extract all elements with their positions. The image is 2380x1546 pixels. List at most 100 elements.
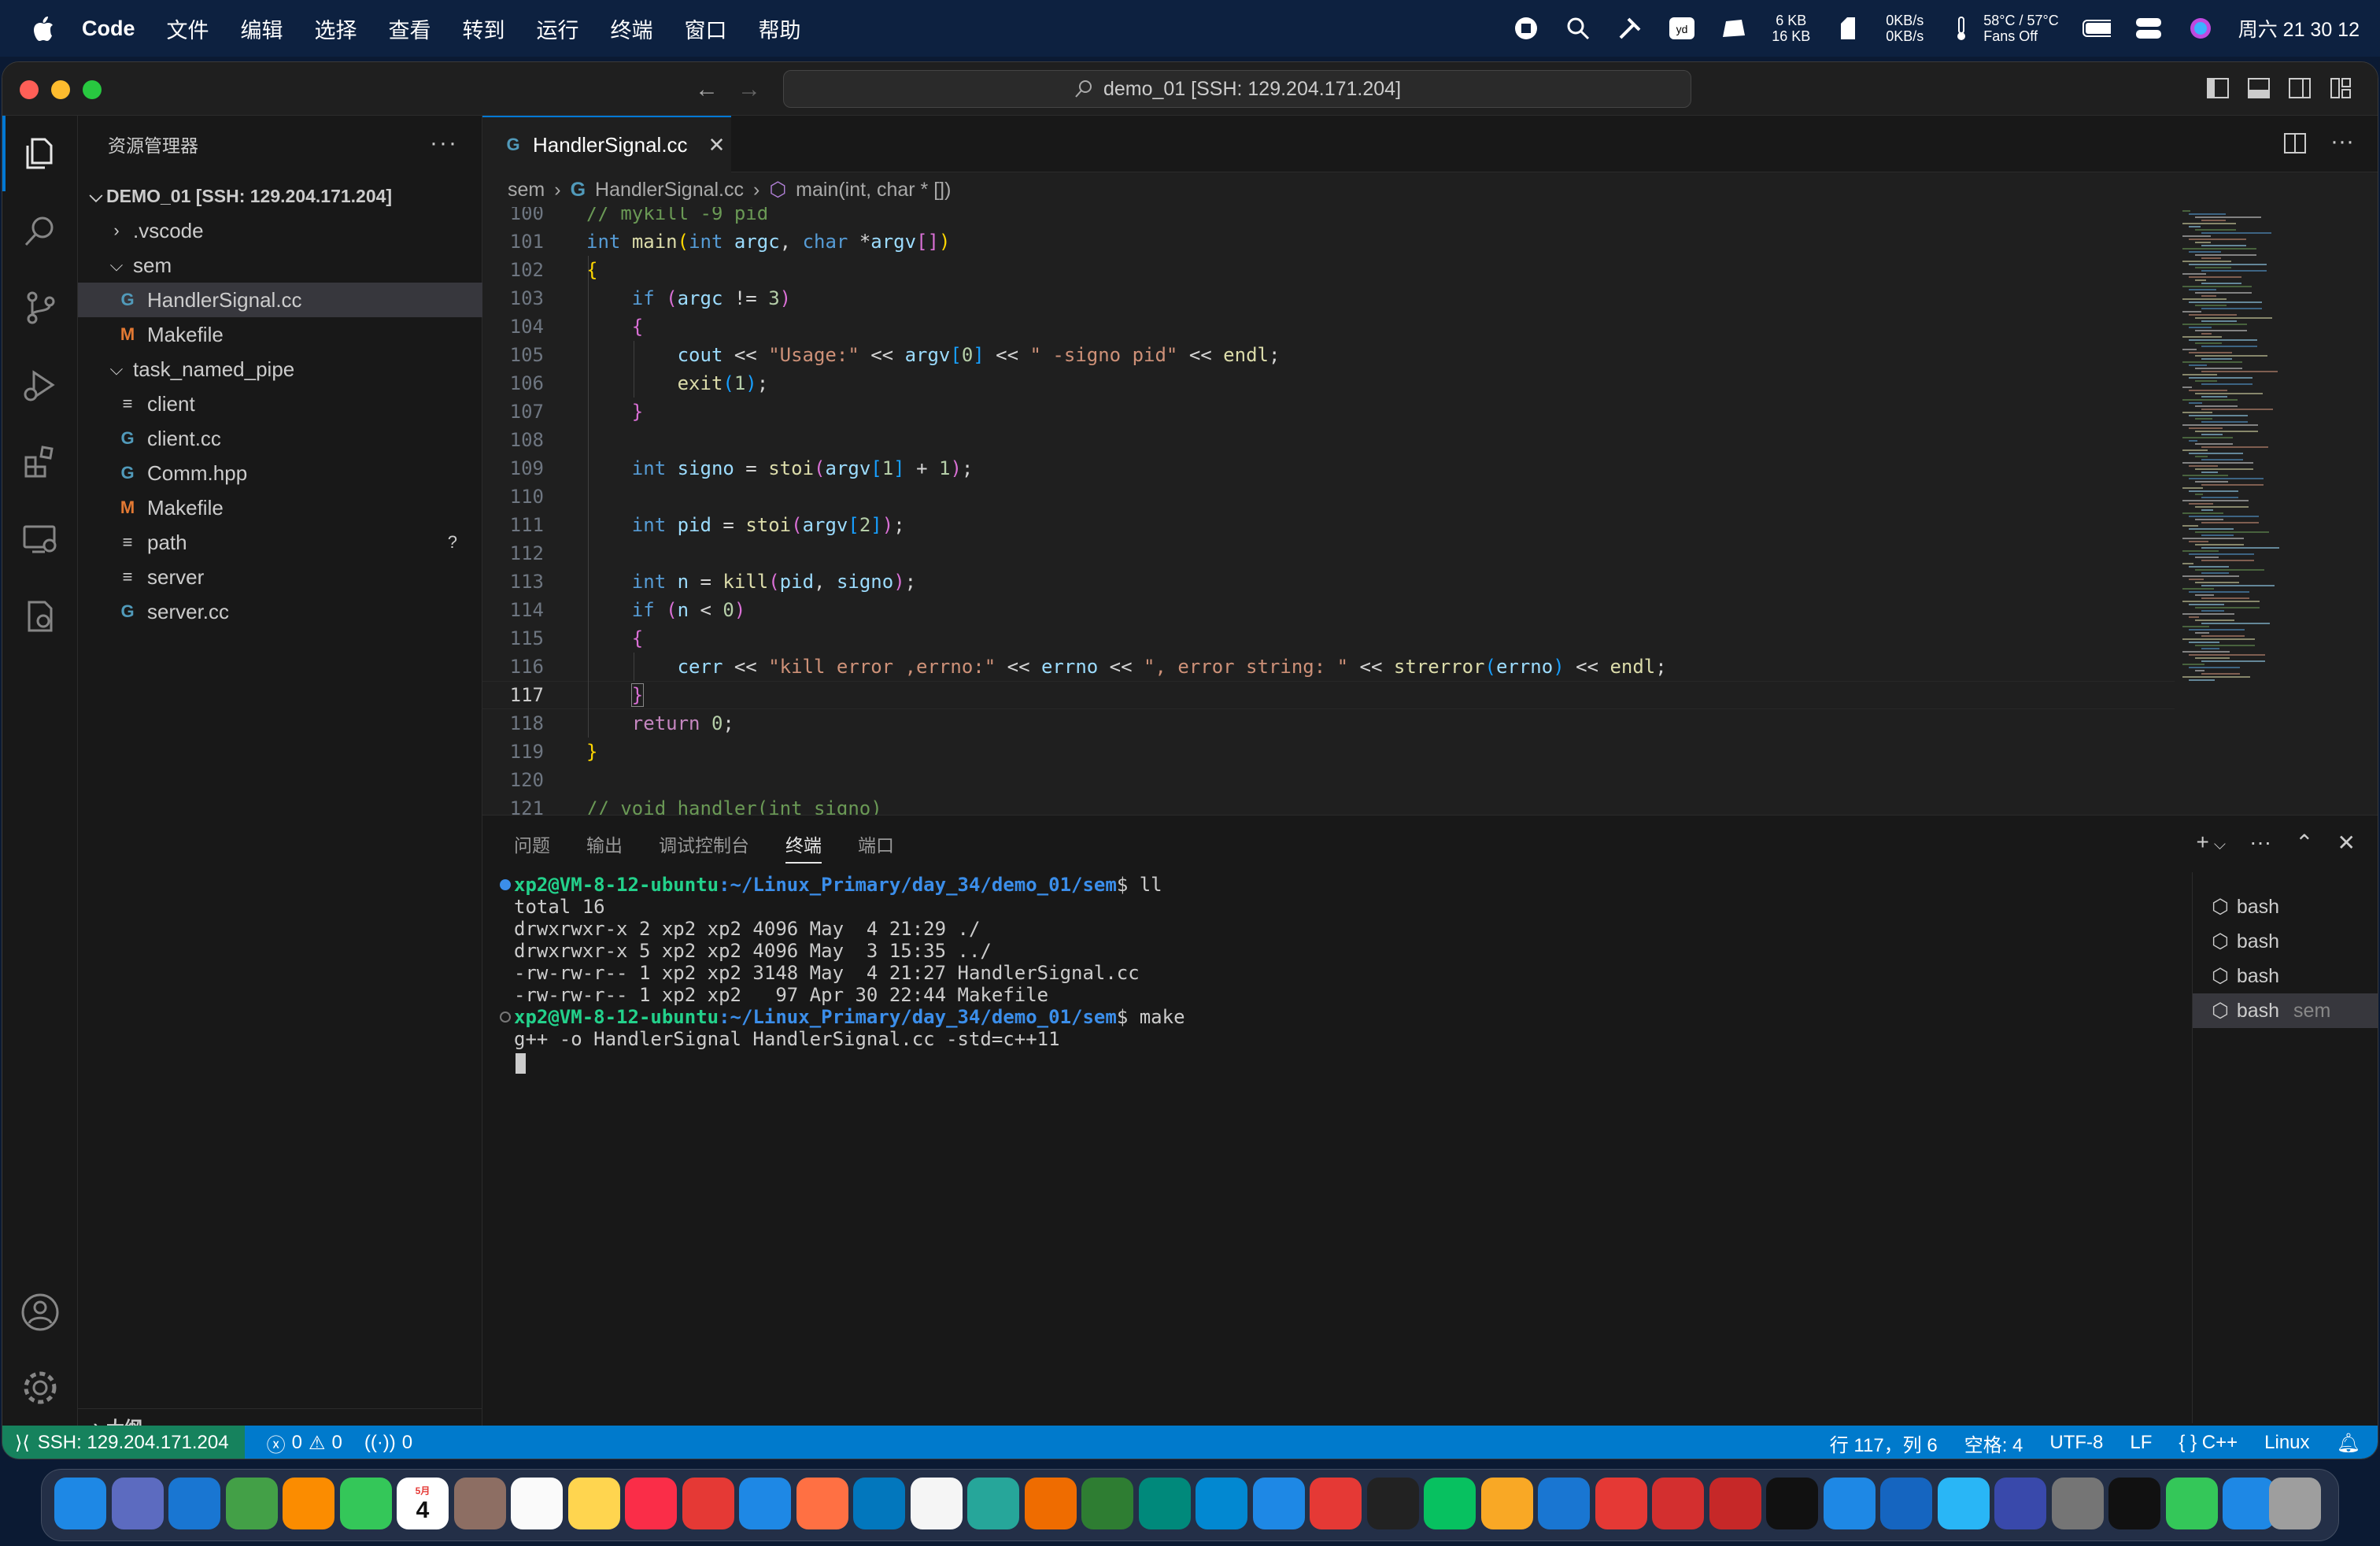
youdao-icon[interactable] <box>682 1478 734 1529</box>
wps-icon[interactable] <box>1652 1478 1704 1529</box>
app-icon[interactable] <box>1937 1478 1990 1529</box>
tree-item[interactable]: › .vscode <box>78 213 482 248</box>
back-arrow-icon[interactable]: ← <box>695 76 719 103</box>
menu-selection[interactable]: 选择 <box>315 13 357 44</box>
settings-gear-icon[interactable] <box>17 1364 64 1411</box>
typora-icon[interactable] <box>910 1478 963 1529</box>
photos-icon[interactable] <box>283 1478 334 1529</box>
docker-icon[interactable] <box>17 593 64 640</box>
calendar-icon[interactable]: 5月 4 <box>397 1478 449 1529</box>
tree-item[interactable]: ⌵ sem <box>78 248 482 283</box>
toggle-panel-icon[interactable] <box>2247 76 2271 100</box>
app-icon[interactable] <box>2223 1478 2275 1529</box>
cursor-position[interactable]: 行 117，列 6 <box>1830 1429 1938 1457</box>
tree-item[interactable]: M Makefile <box>78 317 482 352</box>
pdf-icon[interactable] <box>1709 1478 1761 1529</box>
terminal-icon[interactable] <box>1766 1478 1818 1529</box>
toggle-sidebar-icon[interactable] <box>2206 76 2230 100</box>
settings-icon[interactable] <box>2051 1478 2104 1529</box>
editor-more-icon[interactable]: ··· <box>2330 128 2354 155</box>
encoding[interactable]: UTF-8 <box>2049 1432 2103 1454</box>
menu-help[interactable]: 帮助 <box>759 13 801 44</box>
new-terminal-icon[interactable]: + <box>2197 830 2209 856</box>
maps-icon[interactable] <box>225 1478 278 1529</box>
vscode-icon[interactable] <box>1196 1478 1247 1529</box>
netease-music-icon[interactable] <box>1595 1478 1647 1529</box>
menu-file[interactable]: 文件 <box>167 13 209 44</box>
clion-icon[interactable] <box>1138 1478 1191 1529</box>
tools-icon[interactable] <box>1616 14 1644 43</box>
contacts-icon[interactable] <box>453 1478 506 1529</box>
mail-icon[interactable] <box>168 1478 220 1529</box>
reminders-icon[interactable] <box>511 1478 563 1529</box>
terminal[interactable]: xp2@VM-8-12-ubuntu:~/Linux_Primary/day_3… <box>500 874 2167 1417</box>
clock[interactable]: 周六 21 30 12 <box>2238 14 2360 43</box>
panel-tab-debug-console[interactable]: 调试控制台 <box>659 830 749 857</box>
panel-tab-ports[interactable]: 端口 <box>858 830 894 857</box>
panel-tab-problems[interactable]: 问题 <box>514 830 550 857</box>
facetime-icon[interactable] <box>2165 1478 2218 1529</box>
run-debug-icon[interactable] <box>17 361 64 409</box>
menu-edit[interactable]: 编辑 <box>241 13 283 44</box>
menu-run[interactable]: 运行 <box>537 13 579 44</box>
record-icon[interactable] <box>1512 14 1540 43</box>
minimize-window-button[interactable] <box>51 80 70 99</box>
terminal-item[interactable]: ⬡ bash <box>2193 890 2378 924</box>
notification-icon[interactable] <box>1720 14 1748 43</box>
battery-icon[interactable] <box>2082 14 2111 43</box>
pycharm-icon[interactable] <box>1081 1478 1133 1529</box>
app-icon[interactable] <box>1823 1478 1876 1529</box>
music-icon[interactable] <box>625 1478 677 1529</box>
app-icon[interactable] <box>1880 1478 1932 1529</box>
notes-icon[interactable] <box>567 1478 620 1529</box>
maximize-panel-icon[interactable]: ⌃ <box>2295 830 2313 856</box>
tree-item[interactable]: Gclient.cc <box>78 421 482 456</box>
forward-arrow-icon[interactable]: → <box>737 76 761 103</box>
finder-icon[interactable] <box>54 1478 106 1529</box>
notifications-bell-icon[interactable]: 🔔︎ <box>2337 1432 2360 1455</box>
app-icon[interactable] <box>1480 1478 1533 1529</box>
panel-tab-terminal[interactable]: 终端 <box>785 830 822 864</box>
chevron-down-icon[interactable]: ⌵ <box>2214 836 2226 856</box>
menu-window[interactable]: 窗口 <box>685 13 727 44</box>
breadcrumb-folder[interactable]: sem <box>508 179 545 202</box>
menu-app-name[interactable]: Code <box>82 17 135 41</box>
tab-handlersignal[interactable]: G HandlerSignal.cc ✕ <box>482 116 731 172</box>
more-actions-icon[interactable]: ··· <box>430 130 458 157</box>
app-icon[interactable] <box>853 1478 905 1529</box>
source-control-icon[interactable] <box>17 284 64 331</box>
apple-icon[interactable] <box>31 15 58 42</box>
tree-item[interactable]: ⌵ task_named_pipe <box>78 352 482 386</box>
indentation[interactable]: 空格: 4 <box>1964 1429 2023 1457</box>
safari-icon[interactable] <box>1252 1478 1305 1529</box>
command-center[interactable]: demo_01 [SSH: 129.204.171.204] <box>783 70 1691 108</box>
tree-item[interactable]: ≡ path? <box>78 525 482 560</box>
preview-icon[interactable] <box>967 1478 1019 1529</box>
terminal-item[interactable]: ⬡ bash <box>2193 924 2378 959</box>
close-window-button[interactable] <box>20 80 39 99</box>
toggle-secondary-sidebar-icon[interactable] <box>2288 76 2312 100</box>
launchpad-icon[interactable] <box>111 1478 164 1529</box>
qq-icon[interactable] <box>1366 1478 1419 1529</box>
accounts-icon[interactable] <box>17 1289 64 1336</box>
close-panel-icon[interactable]: ✕ <box>2338 830 2356 856</box>
customize-layout-icon[interactable] <box>2329 76 2352 100</box>
trash-icon[interactable] <box>2269 1478 2321 1529</box>
tree-item[interactable]: ≡ server <box>78 560 482 594</box>
youdao-status-icon[interactable]: yd <box>1668 14 1696 43</box>
app-icon[interactable] <box>1994 1478 2046 1529</box>
tree-item[interactable]: ≡ client <box>78 386 482 421</box>
language-mode[interactable]: { } C++ <box>2179 1432 2238 1454</box>
panel-tab-output[interactable]: 输出 <box>586 830 623 857</box>
problems-status[interactable]: ⓧ 0 ⚠ 0 <box>267 1429 342 1457</box>
tree-item[interactable]: G Comm.hpp <box>78 456 482 490</box>
breadcrumb-file[interactable]: HandlerSignal.cc <box>595 179 744 202</box>
menu-go[interactable]: 转到 <box>463 13 505 44</box>
panel-more-icon[interactable]: ··· <box>2249 830 2271 856</box>
chrome-icon[interactable] <box>1310 1478 1362 1529</box>
wechat-icon[interactable] <box>1424 1478 1476 1529</box>
remote-indicator[interactable]: ⟩⟨ SSH: 129.204.171.204 <box>2 1426 245 1459</box>
split-editor-icon[interactable] <box>2283 131 2307 155</box>
ports-status[interactable]: ((·)) 0 <box>364 1432 412 1454</box>
os-indicator[interactable]: Linux <box>2264 1432 2309 1454</box>
